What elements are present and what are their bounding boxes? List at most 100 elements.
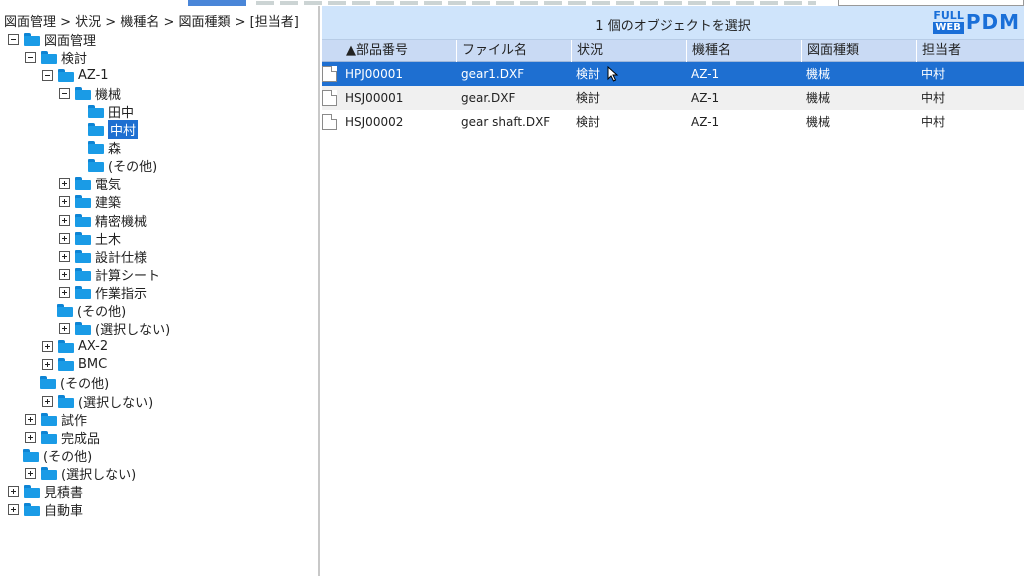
- expand-icon[interactable]: [59, 214, 70, 226]
- expand-icon[interactable]: [8, 504, 19, 516]
- tree-node[interactable]: (その他): [40, 374, 109, 392]
- tree-node[interactable]: AZ-1: [42, 66, 109, 84]
- tree-node[interactable]: 土木: [59, 229, 121, 248]
- logo-web-text: WEB: [933, 22, 964, 34]
- tree-node-label: (その他): [108, 160, 158, 176]
- tree-node[interactable]: 設計仕様: [59, 247, 148, 266]
- col-drawing-type-cell: 機械: [806, 91, 831, 105]
- tree-node[interactable]: 中村: [88, 120, 139, 139]
- col-status-header[interactable]: 状況: [571, 40, 686, 62]
- tree-node-label: 機械: [95, 87, 122, 103]
- table-row[interactable]: HSJ00001 gear.DXF 検討 AZ-1 機械 中村: [322, 86, 1024, 110]
- col-file-name-cell: gear shaft.DXF: [461, 115, 551, 129]
- folder-icon: [24, 485, 40, 498]
- selection-status: 1 個のオブジェクトを選択: [595, 19, 751, 34]
- col-model-name-header[interactable]: 機種名: [686, 40, 801, 62]
- folder-icon: [41, 466, 57, 480]
- col-assignee-cell: 中村: [921, 91, 946, 105]
- table-row[interactable]: HSJ00002 gear shaft.DXF 検討 AZ-1 機械 中村: [322, 110, 1024, 134]
- tree-node[interactable]: 自動車: [8, 501, 83, 519]
- tree-node-label: (選択しない): [78, 395, 154, 411]
- tree-node[interactable]: 機械: [59, 84, 122, 103]
- col-status-cell: 検討: [576, 115, 601, 129]
- tree-node-label: 建築: [95, 196, 122, 212]
- expand-icon[interactable]: [59, 232, 70, 244]
- tree-node[interactable]: 森: [88, 139, 121, 157]
- tree-node[interactable]: 精密機械: [59, 211, 148, 230]
- tree-node[interactable]: 試作: [25, 410, 87, 429]
- tree-node[interactable]: AX-2: [42, 338, 108, 356]
- table-row[interactable]: HPJ00001 gear1.DXF 検討 AZ-1 機械 中村: [322, 62, 1024, 86]
- col-drawing-type-cell: 機械: [806, 115, 831, 129]
- col-model-name-cell: AZ-1: [691, 67, 720, 81]
- tree-node[interactable]: (その他): [23, 446, 93, 465]
- tree-node[interactable]: (その他): [57, 302, 126, 320]
- col-assignee-header[interactable]: 担当者: [916, 40, 1024, 62]
- tree-node[interactable]: 作業指示: [59, 283, 147, 302]
- expand-icon[interactable]: [25, 467, 36, 479]
- folder-icon: [57, 304, 73, 317]
- col-part-number-cell: HPJ00001: [345, 67, 403, 81]
- expand-icon[interactable]: [59, 286, 70, 298]
- tree-node[interactable]: BMC: [42, 356, 107, 374]
- tree-node[interactable]: (選択しない): [42, 392, 154, 411]
- tree-node[interactable]: 図面管理: [8, 30, 97, 49]
- col-model-name-cell: AZ-1: [691, 91, 720, 105]
- folder-icon: [88, 104, 104, 118]
- breadcrumb: 図面管理 > 状況 > 機種名 > 図面種類 > [担当者]: [4, 15, 299, 30]
- expand-icon[interactable]: [42, 395, 53, 407]
- col-file-name-cell: gear1.DXF: [461, 67, 525, 81]
- expand-icon[interactable]: [59, 196, 70, 208]
- expand-icon[interactable]: [59, 250, 70, 262]
- tree-node-label: 精密機械: [95, 214, 148, 230]
- file-icon: [322, 66, 337, 82]
- tree-node[interactable]: 計算シート: [59, 265, 160, 284]
- tree-node[interactable]: 電気: [59, 175, 121, 193]
- expand-icon[interactable]: [59, 178, 70, 190]
- expand-icon[interactable]: [42, 359, 53, 371]
- expand-icon[interactable]: [8, 486, 19, 497]
- expand-icon[interactable]: [59, 268, 70, 280]
- mouse-pointer-icon: [607, 66, 619, 82]
- tree-node[interactable]: 見積書: [8, 483, 83, 501]
- tree-node-label: 自動車: [44, 504, 84, 520]
- list-panel: 1 個のオブジェクトを選択 FULL WEB PDM ▲部品番号 ファイル名 状況機…: [322, 6, 1024, 576]
- tree-node[interactable]: 検討: [25, 48, 88, 67]
- tree-node-label: (選択しない): [61, 467, 137, 483]
- toolbar-menu-fragment: [256, 1, 816, 5]
- collapse-icon[interactable]: [59, 87, 70, 99]
- tree-node-label: 検討: [61, 51, 88, 67]
- tree-node-label: 設計仕様: [95, 250, 148, 266]
- tree-node-label: 森: [108, 142, 122, 158]
- list-header-bar: 1 個のオブジェクトを選択 FULL WEB PDM: [322, 6, 1024, 40]
- folder-icon: [75, 249, 91, 263]
- logo-pdm-text: PDM: [965, 10, 1020, 34]
- tree-panel: 図面管理 > 状況 > 機種名 > 図面種類 > [担当者] 図面管理検討 AZ-…: [0, 6, 320, 576]
- collapse-icon[interactable]: [25, 51, 36, 63]
- expand-icon[interactable]: [42, 341, 53, 353]
- tree-node-label: 田中: [108, 105, 135, 121]
- tree-node-label: 完成品: [61, 431, 101, 447]
- col-file-name-header[interactable]: ファイル名: [456, 40, 571, 62]
- tree-node[interactable]: 田中: [88, 102, 135, 121]
- tree-node[interactable]: (選択しない): [25, 464, 137, 483]
- collapse-icon[interactable]: [8, 33, 19, 45]
- expand-icon[interactable]: [25, 413, 36, 425]
- collapse-icon[interactable]: [42, 69, 53, 81]
- col-part-number-header[interactable]: ▲部品番号: [322, 40, 456, 62]
- tree-node-label: (その他): [43, 449, 93, 465]
- col-drawing-type-header[interactable]: 図面種類: [801, 40, 916, 62]
- folder-icon: [24, 503, 40, 517]
- tree-node-label: 図面管理: [44, 33, 97, 49]
- tree-node[interactable]: (その他): [88, 157, 157, 175]
- tree-node[interactable]: (選択しない): [59, 320, 170, 338]
- tree-node[interactable]: 建築: [59, 193, 121, 211]
- folder-icon: [41, 412, 57, 426]
- expand-icon[interactable]: [59, 323, 70, 335]
- fullwebpdm-logo: FULL WEB PDM: [933, 8, 1020, 36]
- tree-node-label: AZ-1: [78, 67, 109, 83]
- expand-icon[interactable]: [25, 431, 36, 443]
- tree-node-label: BMC: [78, 357, 108, 373]
- tree-node-label: (その他): [77, 305, 127, 320]
- tree-node[interactable]: 完成品: [25, 428, 101, 447]
